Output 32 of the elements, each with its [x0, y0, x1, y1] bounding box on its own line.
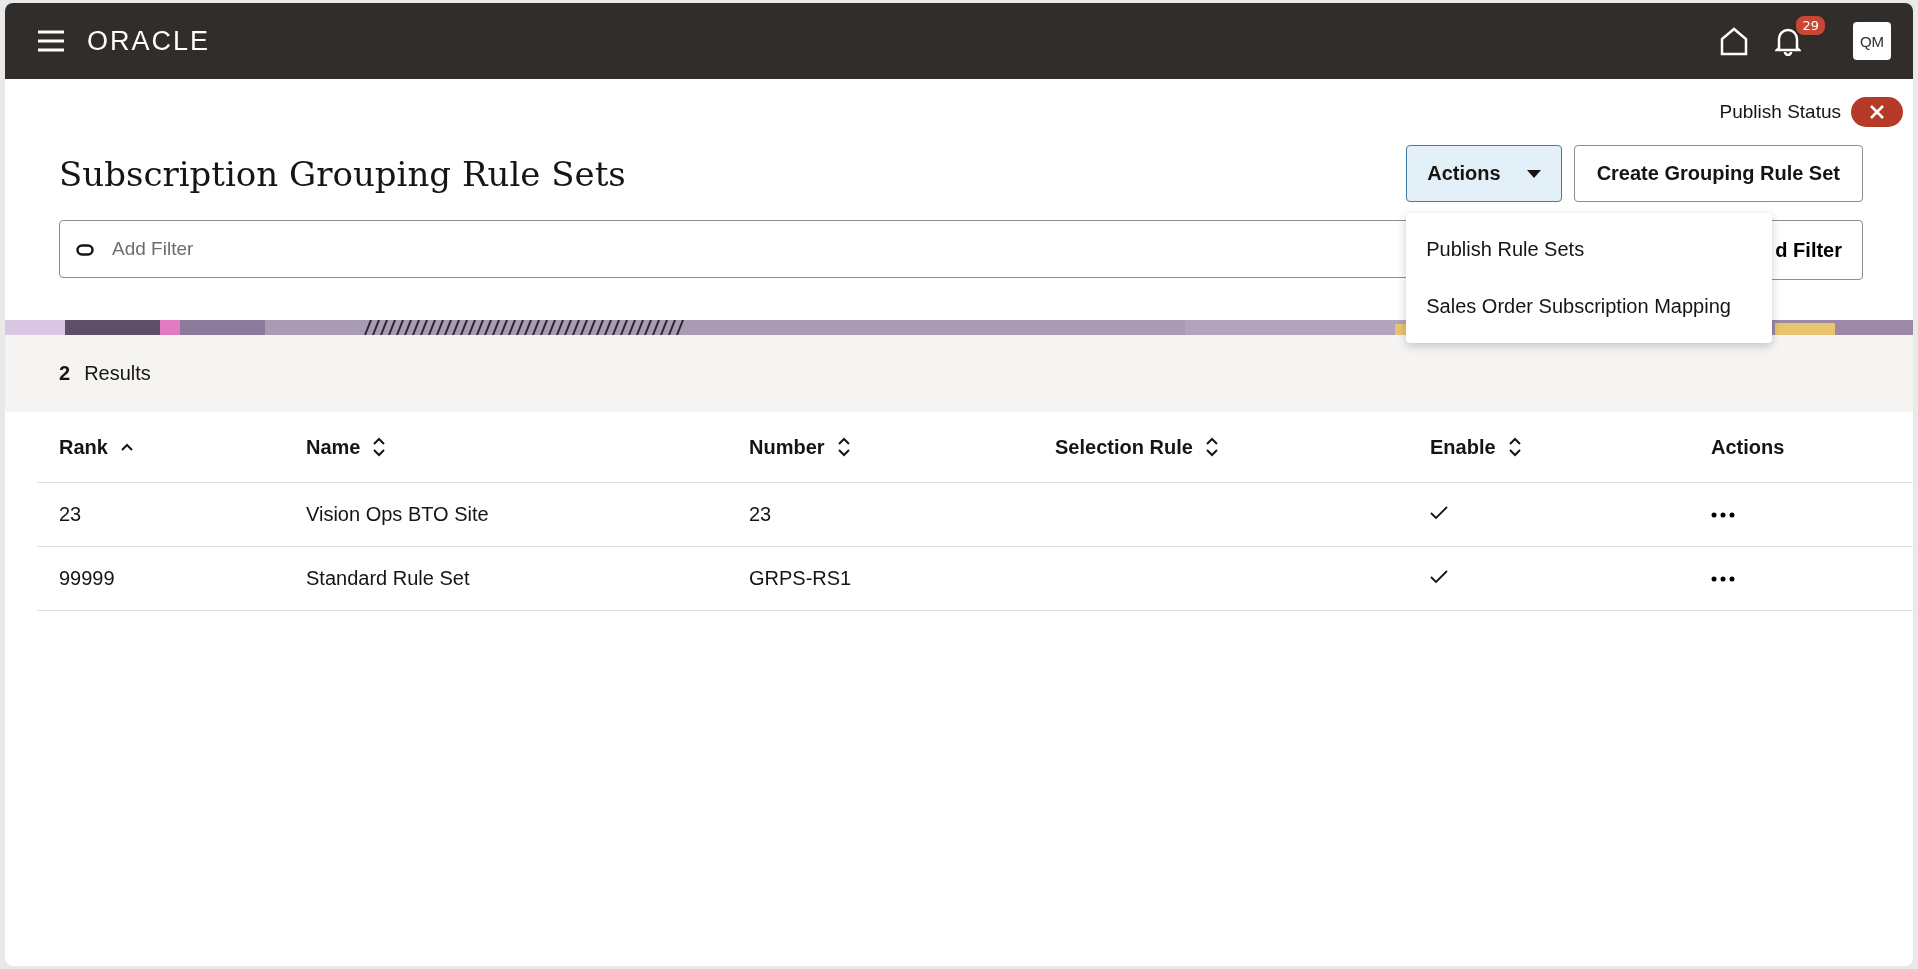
column-header[interactable]: Name	[306, 435, 387, 459]
user-avatar[interactable]: QM	[1853, 22, 1891, 60]
sort-icon	[372, 437, 387, 457]
create-button[interactable]: Create Grouping Rule Set	[1573, 145, 1863, 202]
column-header[interactable]: Selection Rule	[1055, 435, 1219, 459]
results-label: Results	[84, 362, 151, 385]
caret-icon	[1526, 169, 1541, 178]
column-header[interactable]: Actions	[1711, 435, 1785, 459]
table-cell-text: 23	[749, 503, 773, 526]
table-cell-text: 23	[59, 503, 83, 526]
sort-icon	[1507, 437, 1522, 457]
actions-button[interactable]: Actions	[1406, 145, 1562, 202]
results-count: 2	[59, 362, 71, 385]
column-header[interactable]: Enable	[1430, 435, 1522, 459]
page-title: Subscription Grouping Rule Sets	[59, 153, 627, 194]
sort-ascending-icon	[119, 442, 134, 452]
table-cell-text: GRPS-RS1	[749, 567, 853, 590]
notification-badge: 29	[1794, 14, 1827, 37]
oracle-logo: ORACLE	[87, 25, 211, 57]
sort-icon	[836, 437, 851, 457]
close-button[interactable]	[1851, 97, 1903, 127]
publish-status-label: Publish Status	[1719, 101, 1841, 123]
table-cell-text: 99999	[59, 567, 116, 590]
sort-icon	[1204, 437, 1219, 457]
more-icon[interactable]	[1711, 575, 1735, 582]
more-icon[interactable]	[1711, 511, 1735, 518]
table-cell-text: Vision Ops BTO Site	[306, 503, 490, 526]
column-header[interactable]: Rank	[59, 435, 134, 459]
table-cell-text: Standard Rule Set	[306, 567, 471, 590]
menu-item[interactable]: Sales Order Subscription Mapping	[1406, 278, 1773, 335]
close-icon	[1870, 105, 1884, 119]
column-header[interactable]: Number	[749, 435, 851, 459]
